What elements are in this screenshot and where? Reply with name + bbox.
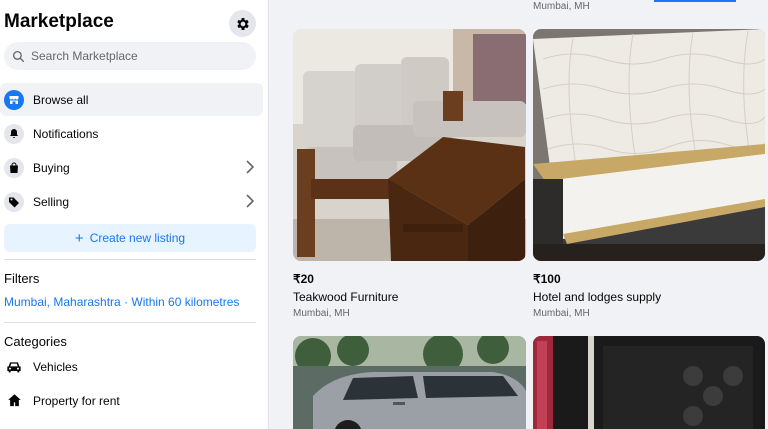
category-property-for-rent[interactable]: Property for rent [0,384,263,417]
nav-selling[interactable]: Selling [0,185,263,218]
chevron-right-icon [246,160,255,174]
listing-image-car[interactable] [293,336,526,429]
search-input[interactable] [31,49,251,63]
sidebar-title: Marketplace [4,11,114,32]
nav-notifications[interactable]: Notifications [0,117,263,150]
settings-button[interactable] [229,10,256,37]
search-icon [12,50,25,62]
listing-title[interactable]: Hotel and lodges supply [533,290,661,304]
nav-label: Browse all [33,92,89,107]
search-bar[interactable] [4,42,256,70]
category-vehicles[interactable]: Vehicles [0,350,263,383]
create-listing-label: Create new listing [89,231,186,245]
listing-price: ₹20 [293,272,314,286]
nav-browse-all[interactable]: Browse all [0,83,263,116]
listing-location: Mumbai, MH [533,308,590,319]
listings-feed: Mumbai, MH ₹20 Teakwood Furniture Mumbai… [270,0,768,429]
chevron-right-icon [246,194,255,208]
listing-image-item[interactable] [533,336,765,429]
active-indicator [654,0,736,2]
location-filter-link[interactable]: Mumbai, Maharashtra · Within 60 kilometr… [4,295,239,309]
create-new-listing-button[interactable]: + Create new listing [4,224,256,252]
listing-title[interactable]: Teakwood Furniture [293,290,398,304]
bell-icon [4,123,24,144]
nav-label: Notifications [33,126,99,141]
category-label: Vehicles [33,359,78,374]
divider [4,322,256,323]
listing-price: ₹100 [533,272,561,286]
nav-label: Buying [33,160,70,175]
marketplace-sidebar: Marketplace Browse all Notifications Buy… [0,0,269,429]
plus-icon: + [74,229,84,247]
tag-icon [4,191,24,212]
storefront-icon [4,89,24,110]
nav-buying[interactable]: Buying [0,151,263,184]
nav-label: Selling [33,194,70,209]
listing-image-sofa[interactable] [293,29,526,261]
house-icon [4,391,24,411]
shopping-bag-icon [4,157,24,178]
divider [4,259,256,260]
car-icon [4,357,24,377]
gear-icon [236,17,249,30]
listing-location: Mumbai, MH [293,308,350,319]
filters-heading: Filters [4,271,40,286]
categories-heading: Categories [4,334,67,349]
listing-location: Mumbai, MH [533,1,590,12]
listing-image-mattress[interactable] [533,29,765,261]
category-label: Property for rent [33,393,120,408]
